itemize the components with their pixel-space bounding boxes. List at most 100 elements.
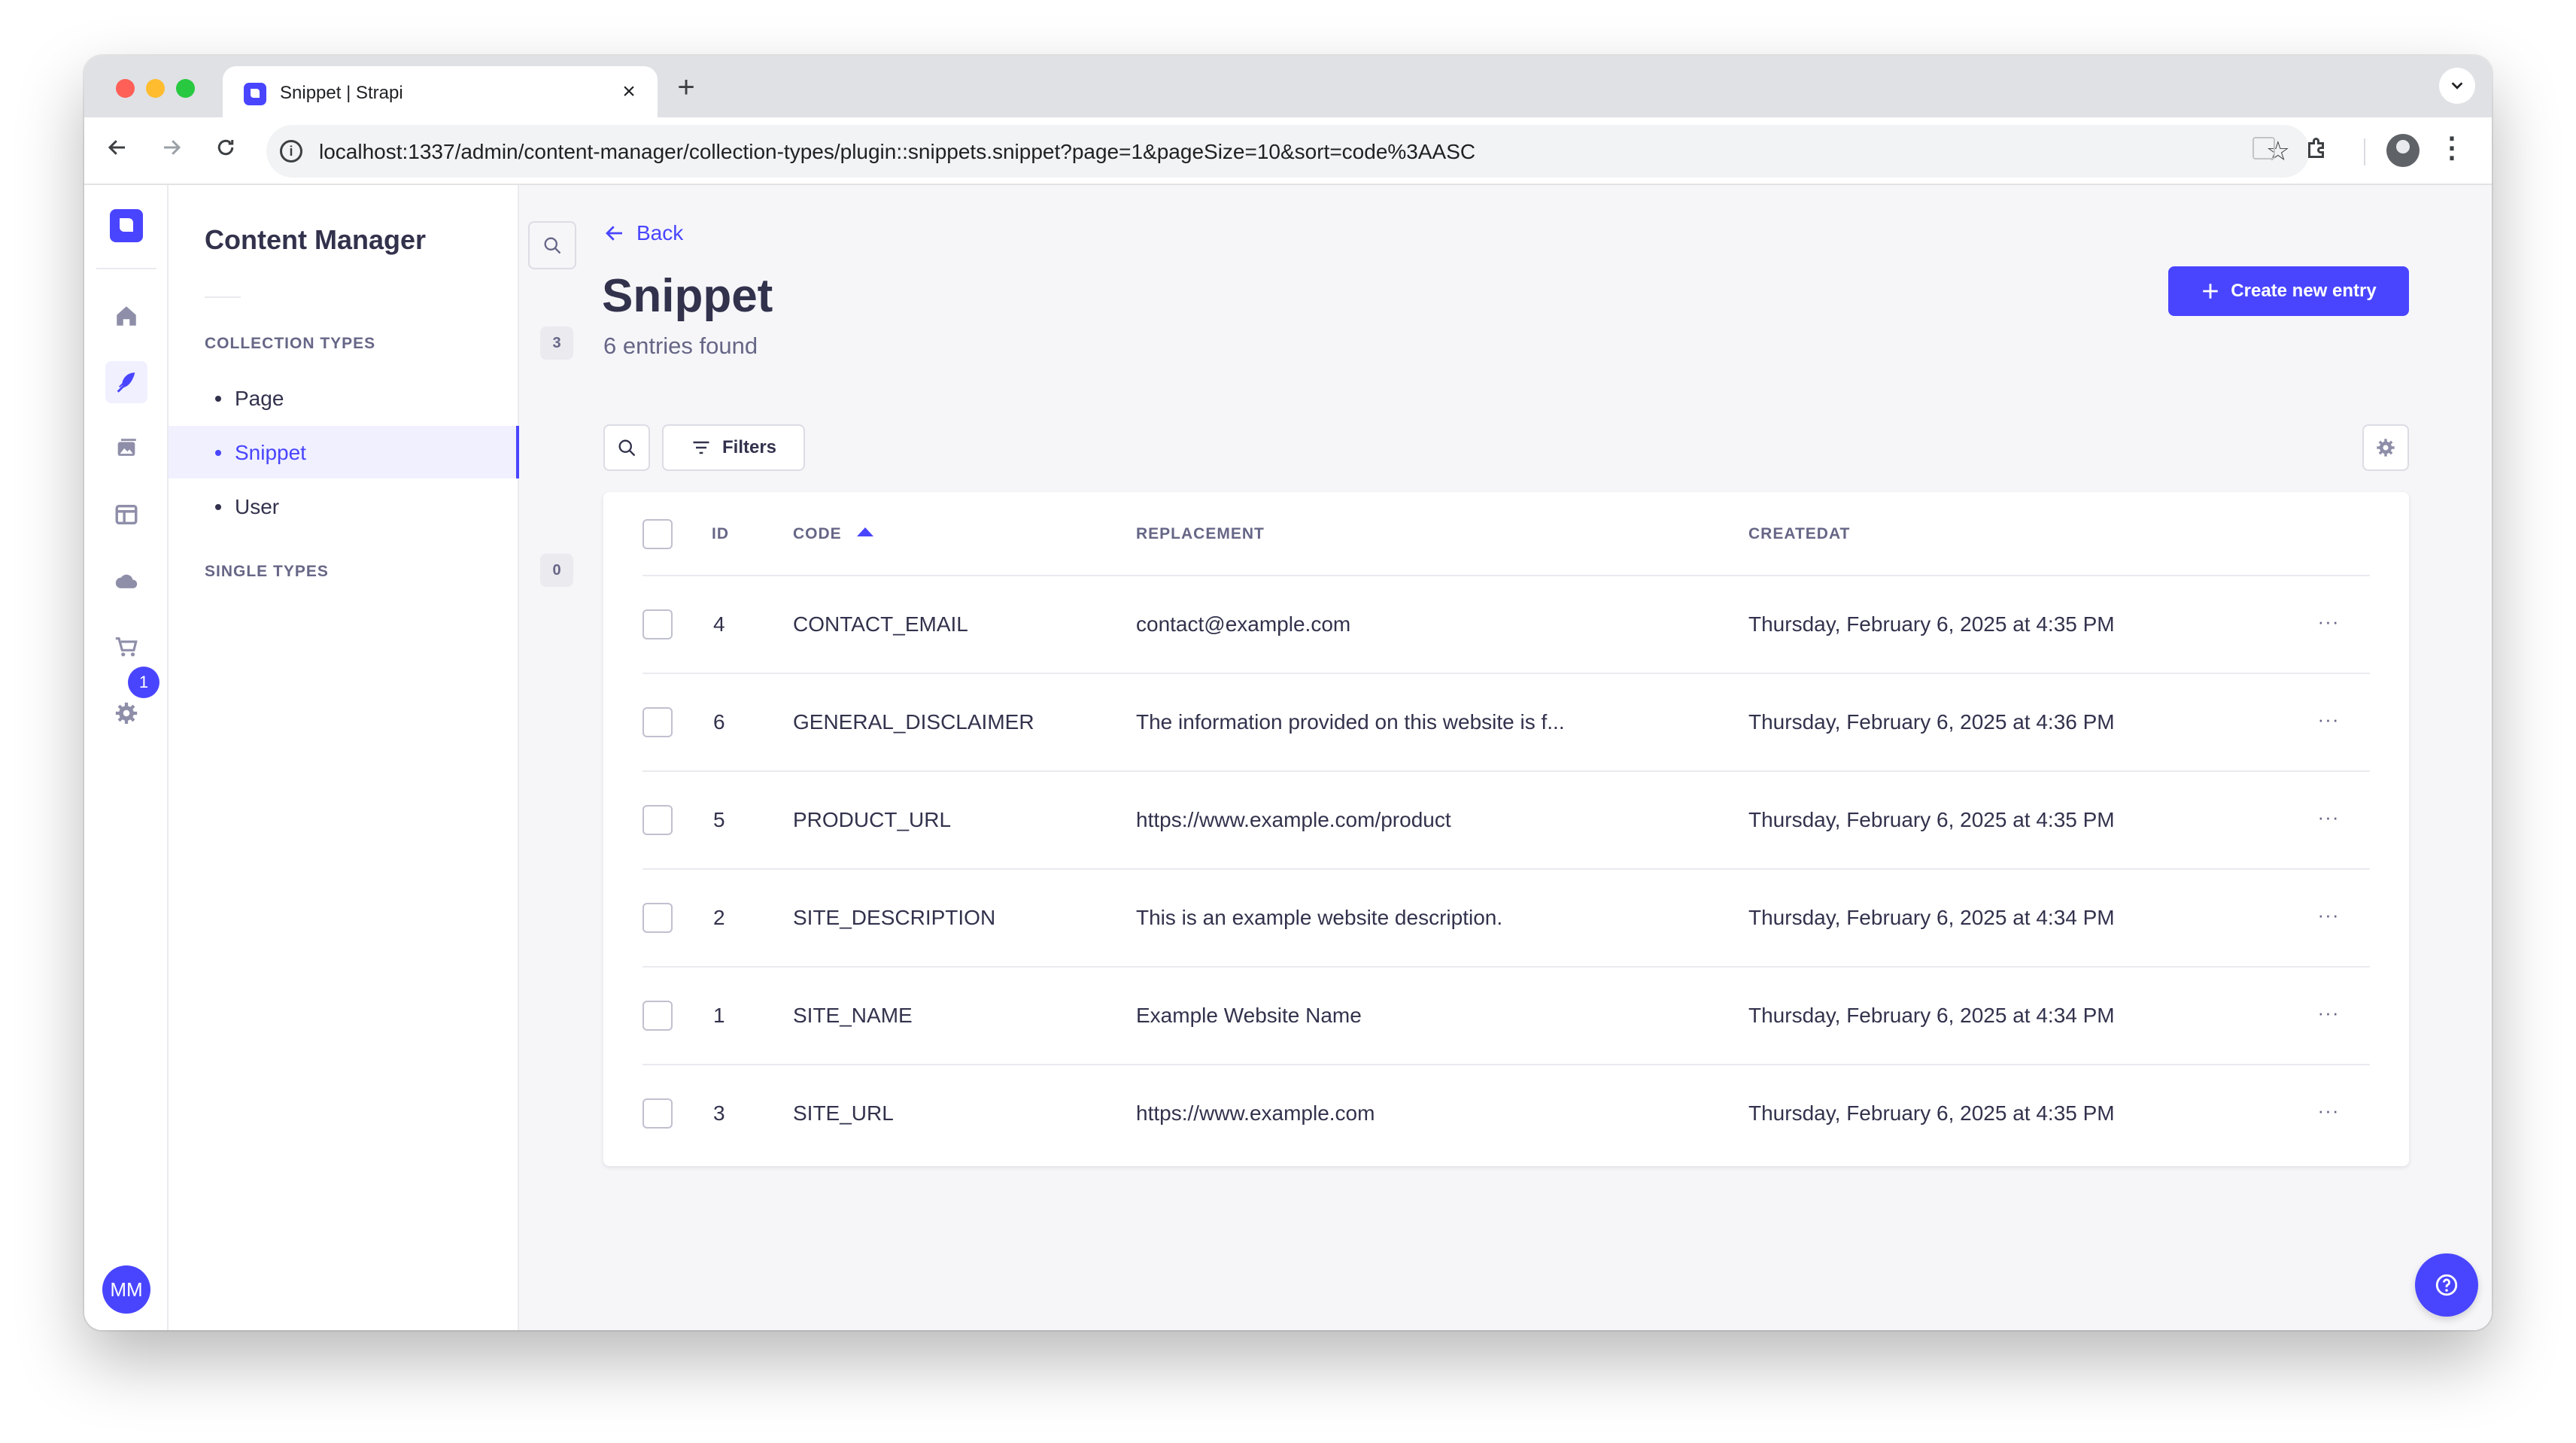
cell-replacement: contact@example.com [1136,612,1351,636]
extension-icon[interactable] [2252,137,2275,159]
tab-close-icon[interactable]: × [615,78,642,105]
home-icon[interactable] [105,295,147,337]
subnav-item-snippet[interactable]: Snippet [169,426,519,478]
cell-id: 3 [713,1101,725,1125]
site-info-icon[interactable]: i [280,140,302,163]
settings-notification-badge: 1 [128,667,159,698]
column-header-createdat[interactable]: CREATEDAT [1748,525,1850,543]
forward-button[interactable] [155,134,188,167]
subnav-item-user[interactable]: User [169,480,519,533]
cell-id: 5 [713,808,725,831]
cell-code: CONTACT_EMAIL [793,612,968,636]
cell-code: GENERAL_DISCLAIMER [793,710,1034,734]
subnav-item-page[interactable]: Page [169,372,519,424]
cell-code: SITE_NAME [793,1004,913,1027]
back-link[interactable]: Back [603,221,683,245]
column-header-id[interactable]: ID [712,525,729,543]
table-search-button[interactable] [603,424,650,471]
entries-count: 6 entries found [603,333,758,359]
row-checkbox[interactable] [642,707,673,737]
subnav-divider [205,296,241,298]
bullet-dot [215,504,221,510]
browser-menu-icon[interactable]: ⋮ [2438,131,2466,165]
row-checkbox[interactable] [642,1098,673,1129]
tab-search-button[interactable] [2439,68,2475,104]
row-actions-more-icon[interactable]: ··· [2311,802,2346,837]
marketplace-cart-icon[interactable] [105,626,147,668]
maximize-window-button[interactable] [176,79,195,98]
row-checkbox[interactable] [642,1001,673,1031]
row-checkbox[interactable] [642,903,673,933]
cog-icon [2377,439,2395,457]
subnav-title: Content Manager [205,224,427,255]
extensions-puzzle-icon[interactable] [2304,131,2331,170]
row-actions-more-icon[interactable]: ··· [2311,900,2346,934]
select-all-checkbox[interactable] [642,519,673,549]
reload-button[interactable] [209,134,242,167]
reload-icon [217,139,234,156]
filters-label: Filters [721,437,777,457]
row-actions-more-icon[interactable]: ··· [2311,1095,2346,1130]
chevron-down-icon [2451,82,2463,90]
layout-builder-icon[interactable] [105,494,147,536]
content-manager-feather-icon[interactable] [105,361,147,403]
cloud-icon[interactable] [105,560,147,602]
table-row[interactable]: 3 SITE_URL https://www.example.com Thurs… [642,1065,2370,1163]
column-header-code[interactable]: CODE [793,525,873,543]
subnav-item-label: Snippet [235,441,306,464]
address-bar[interactable]: i localhost:1337/admin/content-manager/c… [266,125,2310,178]
url-text[interactable]: localhost:1337/admin/content-manager/col… [319,140,1475,164]
media-library-icon[interactable] [105,427,147,469]
row-checkbox[interactable] [642,805,673,835]
arrow-left-icon [606,226,622,241]
cell-createdat: Thursday, February 6, 2025 at 4:34 PM [1748,906,2115,929]
subnav-item-label: User [235,495,280,518]
row-actions-more-icon[interactable]: ··· [2311,998,2346,1032]
view-settings-button[interactable] [2362,424,2409,471]
profile-avatar-icon[interactable] [2386,134,2420,167]
cell-replacement: https://www.example.com/product [1136,808,1451,831]
create-new-entry-button[interactable]: Create new entry [2168,266,2409,316]
cell-replacement: This is an example website description. [1136,906,1503,929]
help-button[interactable] [2415,1253,2478,1317]
help-question-icon [2435,1274,2458,1296]
table-row[interactable]: 6 GENERAL_DISCLAIMER The information pro… [642,674,2370,772]
row-actions-more-icon[interactable]: ··· [2311,704,2346,739]
table-row[interactable]: 2 SITE_DESCRIPTION This is an example we… [642,870,2370,968]
filters-button[interactable]: Filters [662,424,805,471]
single-types-heading[interactable]: SINGLE TYPES [205,563,329,581]
search-icon [618,439,636,457]
content-manager-subnav: Content Manager COLLECTION TYPES 3 Page … [169,185,576,1330]
tab-title: Snippet | Strapi [280,83,403,103]
row-checkbox[interactable] [642,609,673,639]
close-window-button[interactable] [116,79,135,98]
arrow-left-icon [108,140,125,155]
main-content: Back Snippet 6 entries found Create new … [519,185,2492,1330]
cell-id: 6 [713,710,725,734]
cell-replacement: https://www.example.com [1136,1101,1375,1125]
cell-code: SITE_URL [793,1101,894,1125]
cell-createdat: Thursday, February 6, 2025 at 4:34 PM [1748,1004,2115,1027]
user-avatar[interactable]: MM [102,1265,150,1314]
new-tab-button[interactable]: + [670,72,703,105]
table-row[interactable]: 1 SITE_NAME Example Website Name Thursda… [642,968,2370,1065]
filter-icon [693,441,709,454]
minimize-window-button[interactable] [146,79,165,98]
column-header-replacement[interactable]: REPLACEMENT [1136,525,1265,543]
plus-icon [2203,284,2219,299]
table-row[interactable]: 4 CONTACT_EMAIL contact@example.com Thur… [642,576,2370,674]
arrow-right-icon [164,140,181,155]
back-button[interactable] [101,134,134,167]
cell-replacement: The information provided on this website… [1136,710,1565,734]
strapi-logo-icon[interactable] [110,209,143,242]
browser-tab[interactable]: Snippet | Strapi × [223,66,658,117]
browser-window: Snippet | Strapi × + i localhost:1337/ad… [84,56,2492,1330]
cell-id: 2 [713,906,725,929]
cell-replacement: Example Website Name [1136,1004,1362,1027]
browser-toolbar: i localhost:1337/admin/content-manager/c… [84,117,2492,185]
row-actions-more-icon[interactable]: ··· [2311,606,2346,641]
collection-types-heading[interactable]: COLLECTION TYPES [205,335,375,353]
cell-createdat: Thursday, February 6, 2025 at 4:36 PM [1748,710,2115,734]
settings-gear-icon[interactable] [105,692,147,734]
table-row[interactable]: 5 PRODUCT_URL https://www.example.com/pr… [642,772,2370,870]
